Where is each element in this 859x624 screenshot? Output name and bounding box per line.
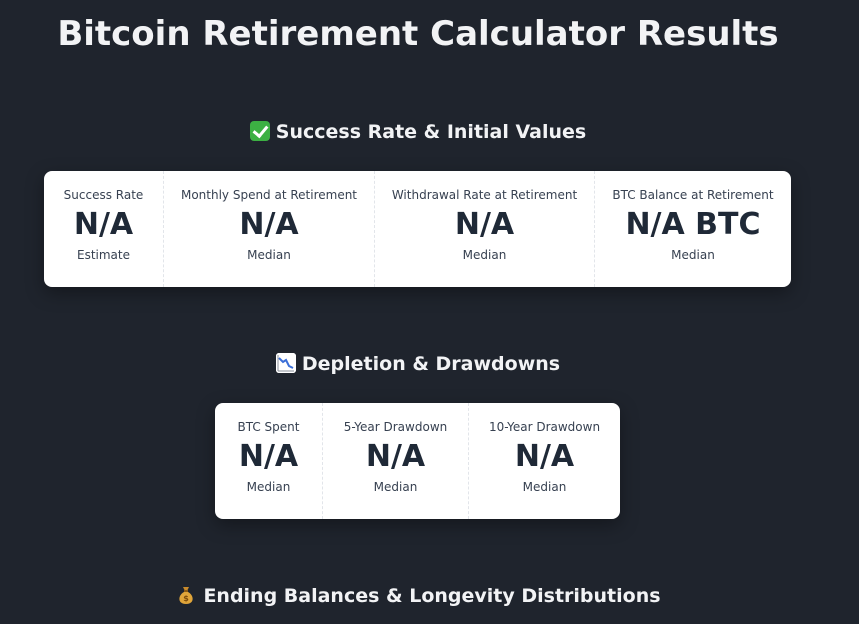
metric-success-rate: Success Rate N/A Estimate bbox=[44, 171, 164, 287]
section-title-success-rate: Success Rate & Initial Values bbox=[0, 119, 836, 145]
metric-value: N/A bbox=[514, 439, 575, 474]
metric-10-year-drawdown: 10-Year Drawdown N/A Median bbox=[469, 403, 620, 519]
metric-value: N/A bbox=[238, 439, 299, 474]
metric-label: Success Rate bbox=[63, 188, 144, 202]
metric-value: N/A bbox=[73, 207, 134, 242]
metric-value: N/A bbox=[365, 439, 426, 474]
section-title-text: Ending Balances & Longevity Distribution… bbox=[203, 585, 661, 607]
metric-label: BTC Balance at Retirement bbox=[612, 188, 774, 202]
metric-sub: Median bbox=[373, 480, 418, 494]
metric-sub: Median bbox=[247, 248, 291, 262]
metric-label: Withdrawal Rate at Retirement bbox=[391, 188, 578, 202]
metric-value: N/A bbox=[239, 207, 299, 242]
metric-monthly-spend: Monthly Spend at Retirement N/A Median bbox=[164, 171, 375, 287]
metric-value: N/A BTC bbox=[625, 207, 761, 242]
metric-label: 10-Year Drawdown bbox=[488, 420, 601, 434]
metric-5-year-drawdown: 5-Year Drawdown N/A Median bbox=[323, 403, 469, 519]
metrics-card-success-rate: Success Rate N/A Estimate Monthly Spend … bbox=[44, 171, 791, 287]
section-title-text: Success Rate & Initial Values bbox=[275, 121, 587, 143]
metric-sub: Median bbox=[246, 480, 291, 494]
metric-sub: Estimate bbox=[76, 248, 130, 262]
metric-label: Monthly Spend at Retirement bbox=[180, 188, 358, 202]
section-title-ending-balances: $ Ending Balances & Longevity Distributi… bbox=[0, 583, 836, 609]
chart-decreasing-icon bbox=[275, 353, 296, 373]
metric-value: N/A bbox=[454, 207, 515, 242]
metric-sub: Median bbox=[671, 248, 715, 262]
section-title-depletion: Depletion & Drawdowns bbox=[0, 351, 836, 377]
metric-btc-balance: BTC Balance at Retirement N/A BTC Median bbox=[595, 171, 791, 287]
results-page: Bitcoin Retirement Calculator Results Su… bbox=[0, 0, 859, 624]
metric-label: 5-Year Drawdown bbox=[343, 420, 448, 434]
metric-label: BTC Spent bbox=[237, 420, 300, 434]
section-title-text: Depletion & Drawdowns bbox=[301, 353, 561, 375]
metric-btc-spent: BTC Spent N/A Median bbox=[215, 403, 323, 519]
metric-sub: Median bbox=[462, 248, 507, 262]
money-bag-icon: $ bbox=[179, 587, 194, 604]
page-title: Bitcoin Retirement Calculator Results bbox=[57, 14, 779, 54]
metric-withdrawal-rate: Withdrawal Rate at Retirement N/A Median bbox=[375, 171, 595, 287]
metric-sub: Median bbox=[522, 480, 567, 494]
metrics-card-depletion: BTC Spent N/A Median 5-Year Drawdown N/A… bbox=[215, 403, 620, 519]
svg-text:$: $ bbox=[184, 594, 190, 603]
check-mark-icon bbox=[249, 121, 270, 141]
